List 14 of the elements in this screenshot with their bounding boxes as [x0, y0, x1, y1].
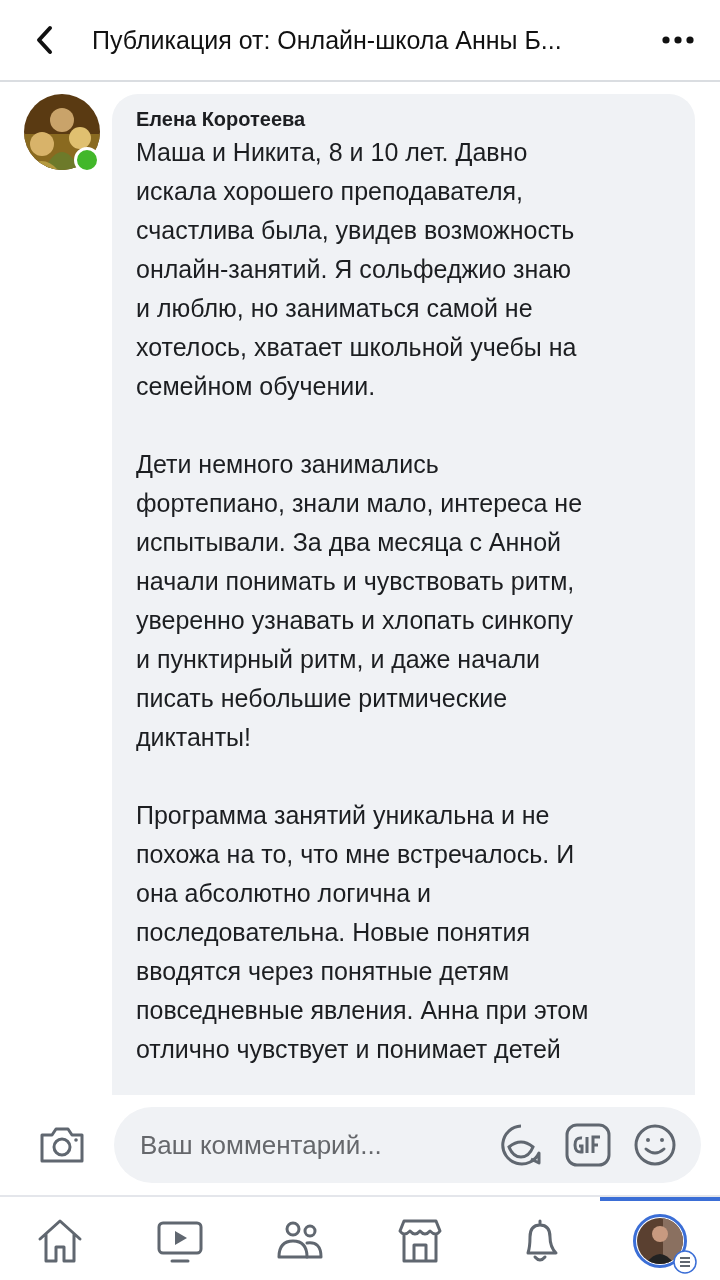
- page-title: Публикация от: Онлайн-школа Анны Б...: [92, 25, 563, 55]
- sticker-icon[interactable]: [499, 1123, 543, 1167]
- comment-text: Маша и Никита, 8 и 10 лет. Давно искала хорошего преподавателя, счастлива была, увидев возможность онлайн-занятий. Я сольфеджио знаю и люблю, но заниматься самой не хотелось, хватает школьной учебы на семейном обучении.: [136, 137, 578, 402]
- emoji-icon[interactable]: [633, 1123, 677, 1167]
- comment-text: Дети немного занимались фортепиано, знали мало, интереса не испытывали. За два месяца с Анной начали понимать и чувствовать ритм, уверенно узнавать и хлопать синкопу и пунктирный ритм, и даже начали писать небольшие ритмические диктанты!: [136, 449, 584, 753]
- camera-icon[interactable]: [38, 1125, 86, 1165]
- comment-field[interactable]: Ваш комментарий...: [138, 1128, 477, 1162]
- author-name[interactable]: Елена Коротеева: [136, 108, 675, 131]
- back-icon[interactable]: [34, 25, 54, 55]
- more-icon[interactable]: [662, 36, 694, 44]
- comment-box[interactable]: Ваш комментарий...: [114, 1107, 701, 1183]
- menu-icon[interactable]: [673, 1249, 697, 1274]
- comment-text: Программа занятий уникальна и не похожа на то, что мне встречалось. И она абсолютно логична и последовательна. Новые понятия вводятся через понятные детям повседневные явления. Анна при этом отлично чувствует и понимает детей: [136, 800, 590, 1065]
- gif-icon[interactable]: [565, 1123, 611, 1167]
